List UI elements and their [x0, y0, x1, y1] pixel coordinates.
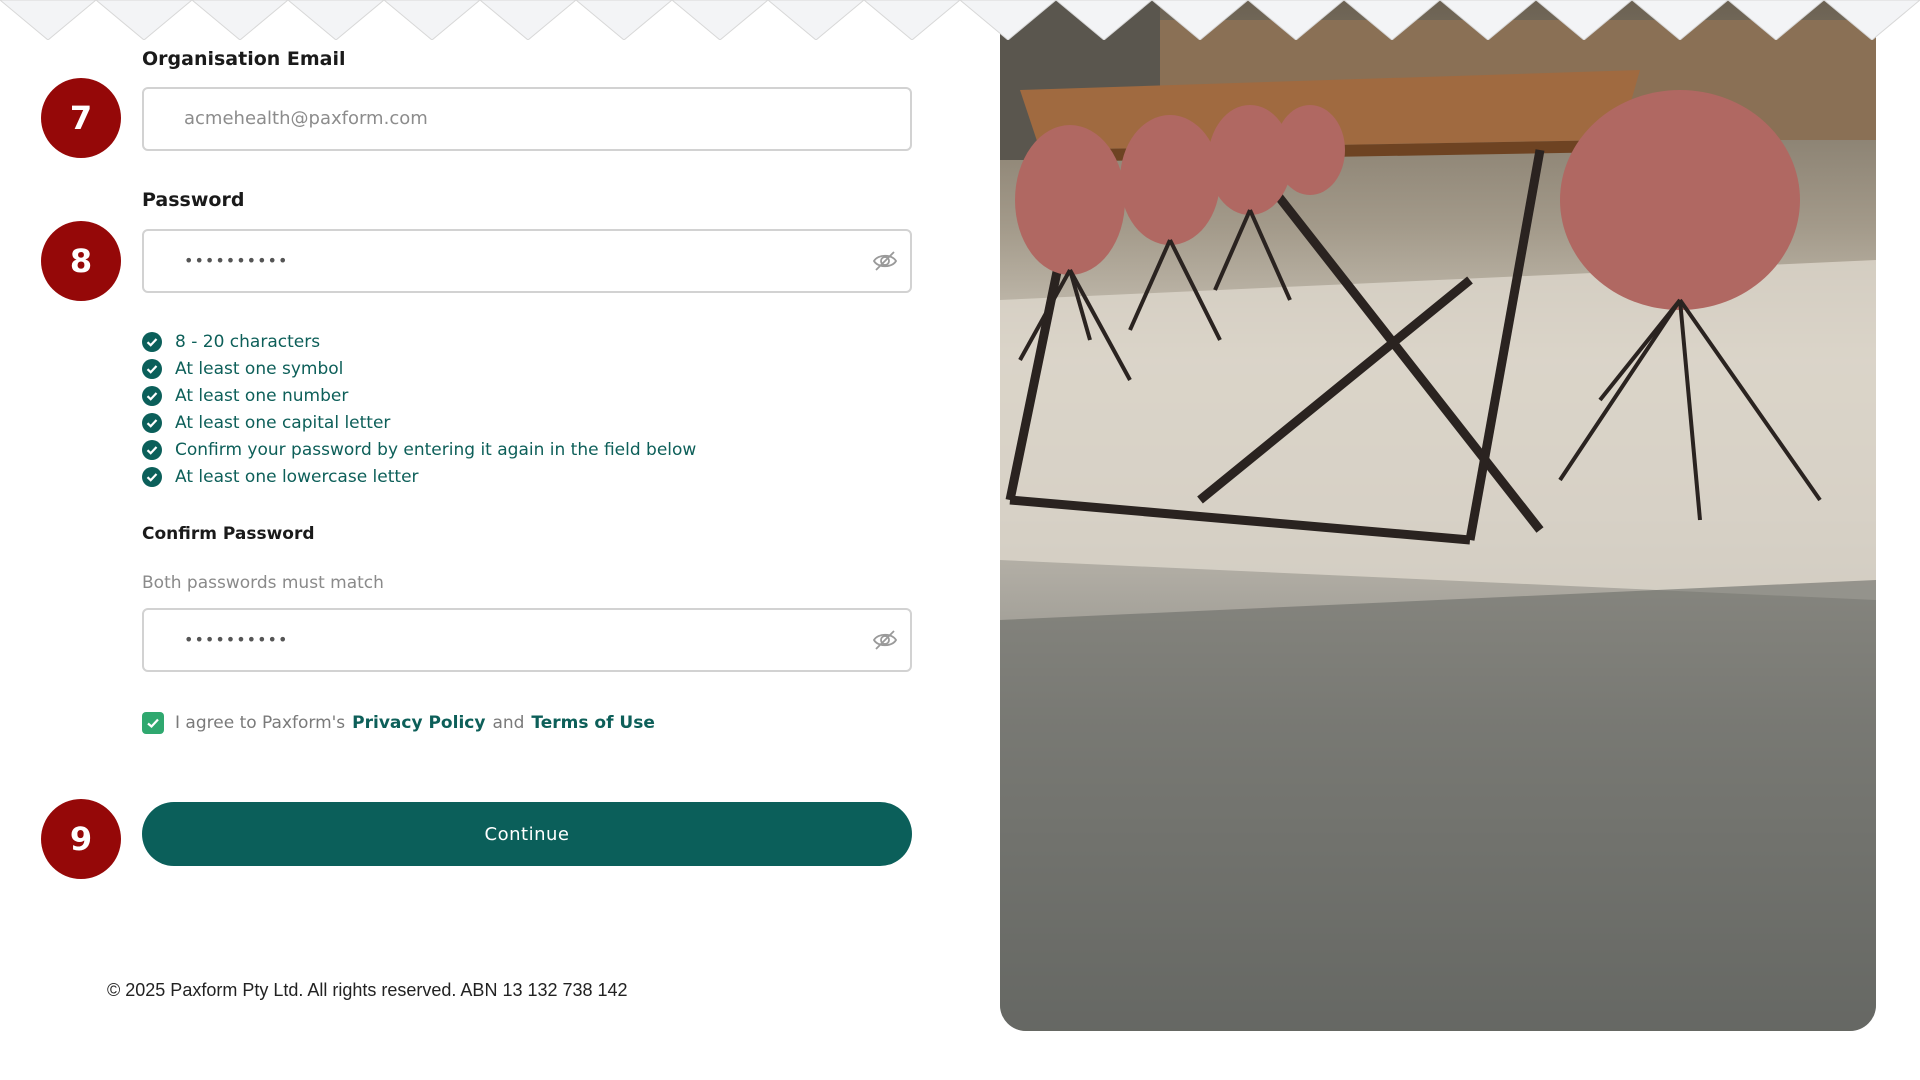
agreement-conjunction: and [492, 713, 525, 733]
confirm-password-field[interactable]: •••••••••• [142, 608, 912, 672]
step-badge-9: 9 [41, 799, 121, 879]
agree-checkbox[interactable] [142, 712, 164, 734]
requirement-text: Confirm your password by entering it aga… [175, 439, 697, 460]
requirement-text: At least one number [175, 385, 349, 406]
requirement-text: At least one capital letter [175, 412, 391, 433]
check-circle-icon [142, 385, 162, 406]
step-badge-8: 8 [41, 221, 121, 301]
check-circle-icon [142, 466, 162, 487]
photo-illustration [1000, 0, 1876, 1031]
check-circle-icon [142, 331, 162, 352]
password-value: •••••••••• [184, 251, 289, 270]
requirement-text: At least one symbol [175, 358, 344, 379]
requirement-text: At least one lowercase letter [175, 466, 419, 487]
privacy-policy-link[interactable]: Privacy Policy [352, 713, 485, 733]
agreement-row: I agree to Paxform's Privacy Policy and … [142, 712, 662, 734]
requirement-item: At least one lowercase letter [142, 463, 696, 490]
email-label: Organisation Email [142, 48, 346, 70]
step-badge-7: 7 [41, 78, 121, 158]
requirement-item: At least one number [142, 382, 696, 409]
zigzag-border [0, 0, 1920, 40]
requirement-item: At least one capital letter [142, 409, 696, 436]
confirm-password-value: •••••••••• [184, 630, 289, 649]
check-circle-icon [142, 412, 162, 433]
terms-of-use-link[interactable]: Terms of Use [531, 713, 654, 733]
requirement-item: 8 - 20 characters [142, 328, 696, 355]
requirement-item: Confirm your password by entering it aga… [142, 436, 696, 463]
requirement-text: 8 - 20 characters [175, 331, 321, 352]
confirm-password-label: Confirm Password [142, 524, 315, 544]
agreement-prefix: I agree to Paxform's [175, 713, 346, 733]
checkmark-icon [147, 718, 159, 729]
confirm-password-hint: Both passwords must match [142, 573, 384, 593]
email-field[interactable]: acmehealth@paxform.com [142, 87, 912, 151]
footer-copyright: © 2025 Paxform Pty Ltd. All rights reser… [107, 980, 628, 1000]
eye-slash-icon[interactable] [872, 628, 898, 652]
meeting-room-photo [1000, 0, 1876, 1031]
requirement-item: At least one symbol [142, 355, 696, 382]
check-circle-icon [142, 439, 162, 460]
continue-button[interactable]: Continue [142, 802, 912, 866]
password-label: Password [142, 189, 245, 211]
password-field[interactable]: •••••••••• [142, 229, 912, 293]
check-circle-icon [142, 358, 162, 379]
email-value: acmehealth@paxform.com [184, 108, 428, 129]
password-requirements: 8 - 20 characters At least one symbol At… [142, 328, 696, 490]
eye-slash-icon[interactable] [872, 249, 898, 273]
